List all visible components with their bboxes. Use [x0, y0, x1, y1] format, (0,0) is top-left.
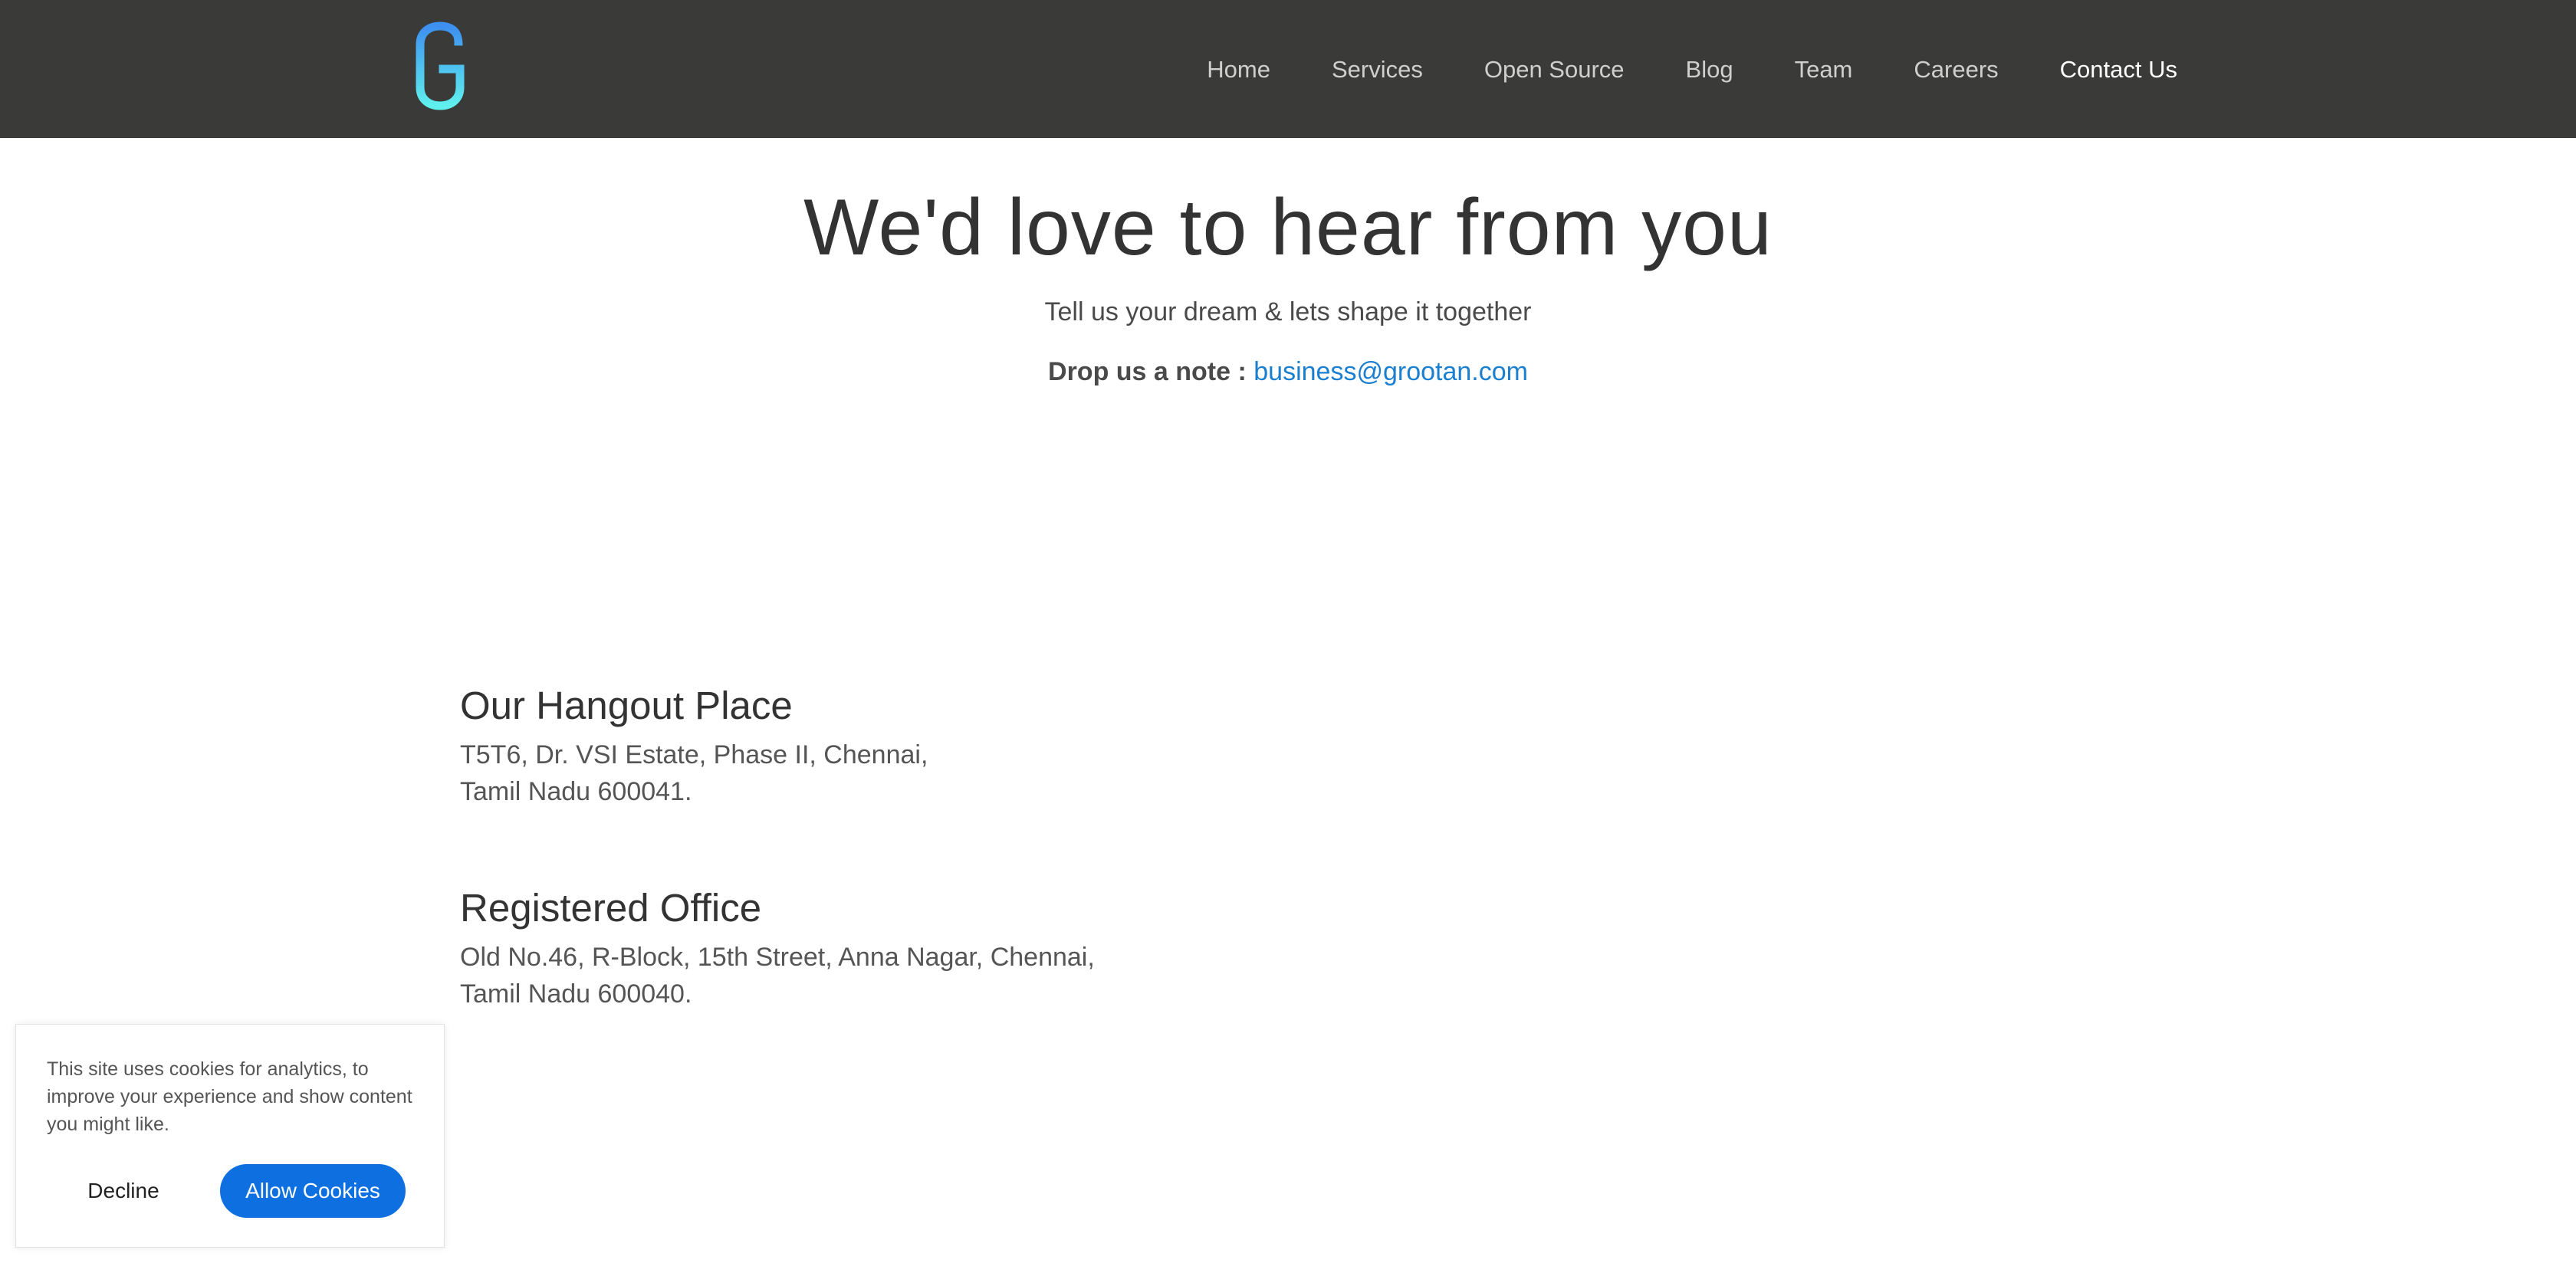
nav-team[interactable]: Team: [1795, 57, 1853, 81]
nav-careers[interactable]: Careers: [1914, 57, 1998, 81]
hangout-place-title: Our Hangout Place: [460, 684, 793, 727]
logo-link[interactable]: [411, 21, 468, 110]
nav-contact-us[interactable]: Contact Us: [2060, 57, 2177, 81]
top-navigation-bar: Home Services Open Source Blog Team Care…: [0, 0, 2576, 138]
allow-cookies-button[interactable]: Allow Cookies: [220, 1164, 406, 1218]
cookie-message: This site uses cookies for analytics, to…: [47, 1058, 412, 1135]
nav-services[interactable]: Services: [1332, 57, 1423, 81]
grootan-logo-icon: [416, 21, 465, 110]
registered-office-title: Registered Office: [460, 886, 762, 930]
nav-open-source[interactable]: Open Source: [1484, 57, 1625, 81]
contact-note: Drop us a note : business@grootan.com: [0, 357, 2576, 387]
main-nav: Home Services Open Source Blog Team Care…: [1150, 0, 2177, 138]
page-subtitle: Tell us your dream & lets shape it toget…: [1044, 297, 1532, 326]
nav-blog[interactable]: Blog: [1686, 57, 1733, 81]
note-label: Drop us a note :: [1048, 357, 1247, 386]
page-title: We'd love to hear from you: [803, 183, 1773, 272]
nav-home[interactable]: Home: [1207, 57, 1270, 81]
hangout-address-line2: Tamil Nadu 600041.: [460, 777, 692, 807]
business-email-link[interactable]: business@grootan.com: [1254, 357, 1528, 386]
cookie-banner: This site uses cookies for analytics, to…: [15, 1024, 445, 1248]
registered-address-line2: Tamil Nadu 600040.: [460, 979, 692, 1009]
registered-address-line1: Old No.46, R-Block, 15th Street, Anna Na…: [460, 943, 1095, 973]
registered-office-section: Registered Office Old No.46, R-Block, 15…: [460, 884, 1380, 1012]
hangout-place-section: Our Hangout Place T5T6, Dr. VSI Estate, …: [460, 682, 1380, 810]
hangout-address-line1: T5T6, Dr. VSI Estate, Phase II, Chennai,: [460, 740, 928, 770]
decline-cookies-button[interactable]: Decline: [56, 1164, 191, 1218]
